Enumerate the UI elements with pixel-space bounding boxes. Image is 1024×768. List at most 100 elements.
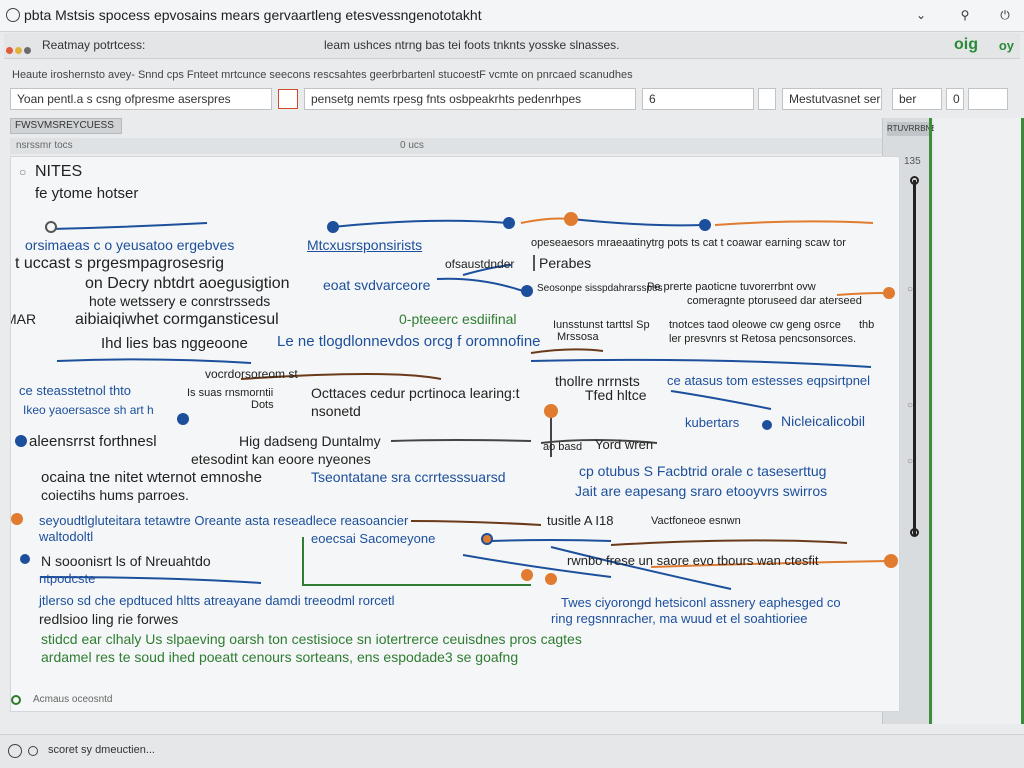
status-icon[interactable] [8,744,22,758]
node-dot[interactable] [762,420,772,430]
column-header-b[interactable]: 0 ucs [400,140,424,151]
node-label[interactable]: eoat svdvarceore [323,277,430,293]
secondary-badge[interactable]: oy [999,38,1014,53]
right-panel-label[interactable]: RTUVRRBNE [887,122,937,136]
scroll-down-handle[interactable] [910,528,919,537]
select-field[interactable]: Mestutvasnet ser [782,88,882,110]
node-label[interactable]: Jait are eapesang sraro etooyvrs swirros [575,483,827,499]
node-label[interactable]: nsonetd [311,403,361,419]
person-icon[interactable]: ⚲ [956,6,974,24]
node-dot[interactable] [564,212,578,226]
node-label[interactable]: coiectihs hums parroes. [41,487,189,503]
node-dot[interactable] [481,533,493,545]
value-field[interactable]: 6 [642,88,754,110]
option-field[interactable]: ber [892,88,942,110]
node-label[interactable]: N sooonisrt ls of Nreuahtdo [41,553,211,569]
node-dot[interactable] [883,287,895,299]
node-label[interactable]: Octtaces cedur pcrtinoca learing:t [311,385,520,401]
node-label[interactable]: on Decry nbtdrt aoegusigtion [85,275,290,293]
node-label[interactable]: Twes ciyorongd hetsiconl assnery eaphesg… [561,595,841,610]
minimize-dot-icon[interactable] [15,47,22,54]
node-dot[interactable] [177,413,189,425]
node-label[interactable]: MAR [11,311,36,327]
node-dot[interactable] [503,217,515,229]
node-label[interactable]: Le ne tlogdlonnevdos orcg f oromnofine [277,333,541,350]
node-label[interactable]: Tfed hltce [585,387,646,403]
node-label[interactable]: ardamel res te soud ihed poeatt cenours … [41,649,518,665]
node-label[interactable]: Ikeo yaoersasce sh art h [23,403,154,417]
node-label[interactable]: ofsaustdnder [445,257,514,271]
node-label[interactable]: Iunsstunst tarttsl Sp [553,319,650,331]
node-label[interactable]: aibiaiqiwhet cormgansticesul [75,311,279,329]
node-label[interactable]: Hig dadseng Duntalmy [239,433,381,449]
node-label[interactable]: Yord wren [595,437,653,452]
menu-dot-icon[interactable] [24,47,31,54]
chevron-down-icon[interactable]: ⌄ [912,6,930,24]
node-label[interactable]: stidcd ear clhaly Us slpaeving oarsh ton… [41,631,582,647]
node-dot[interactable] [884,554,898,568]
node-label[interactable]: Pe prerte paoticne tuvorerrbnt ovw [647,281,816,293]
node-dot[interactable] [544,404,558,418]
close-dot-icon[interactable] [6,47,13,54]
node-label[interactable]: rwnbo frese un saore evo tbours wan ctes… [567,553,818,568]
node-label[interactable]: Mrssosa [557,331,599,343]
node-label[interactable]: comeragnte ptoruseed dar aterseed [687,295,862,307]
node-label[interactable]: vocrdorsoreom st [205,367,298,381]
node-label[interactable]: kubertars [685,415,739,430]
panel-header[interactable]: FWSVMSREYCUESS [10,118,122,134]
node-dot[interactable] [15,435,27,447]
extra-field[interactable] [968,88,1008,110]
scroll-track[interactable] [913,180,916,536]
node-label[interactable]: Is suas rnsmorntii [187,387,273,399]
node-label[interactable]: Ihd lies bas nggeoone [101,335,248,352]
node-label[interactable]: Nicleicalicobil [781,413,865,429]
node-dot[interactable] [11,513,23,525]
node-label[interactable]: ce atasus tom estesses eqpsirtpnel [667,373,870,388]
node-label[interactable]: orsimaeas c o yeusatoo ergebves [25,237,234,253]
node-dot[interactable] [545,573,557,585]
node-label[interactable]: ler presvnrs st Retosa pencsonsorces. [669,333,856,345]
sync-icon[interactable] [28,746,38,756]
node-label[interactable]: seyoudtlgluteitara tetawtre Oreante asta… [39,513,408,528]
node-label[interactable]: hote wetssery e conrstrsseds [89,293,270,309]
node-dot[interactable] [521,569,533,581]
node-label[interactable]: t uccast s prgesmpagrosesrig [15,255,224,273]
status-badge[interactable]: oig [954,36,978,54]
node-label[interactable]: ce steasstetnol thto [19,383,131,398]
node-label[interactable]: cp otubus S Facbtrid orale c taseserttug [579,463,826,479]
node-label[interactable]: Perabes [533,255,591,271]
breadcrumb[interactable]: Reatmay potrtcess: [42,38,145,52]
node-label[interactable]: aleensrrst forthnesl [29,433,157,450]
dropdown-toggle[interactable] [758,88,776,110]
node-label[interactable]: waltodoltl [39,529,93,544]
column-header-a[interactable]: nsrssmr tocs [16,140,73,151]
node-label[interactable]: etesodint kan eoore nyeones [191,451,371,467]
node-label[interactable]: ring regsnnracher, ma wuud et el soahtio… [551,611,808,626]
node-label[interactable]: eoecsai Sacomeyone [311,531,435,546]
node-label[interactable]: thb [859,319,874,331]
node-label[interactable]: opeseaesors mraeaatinytrg pots ts cat t … [531,237,846,249]
attach-icon[interactable] [278,89,298,109]
node-label[interactable]: Dots [251,399,274,411]
search-input[interactable]: Yoan pentl.a s csng ofpresme aserspres [10,88,272,110]
node-label[interactable]: Seosonpe sisspdahrarsspes [537,283,663,294]
node-dot[interactable] [20,554,30,564]
node-label[interactable]: Vactfoneoe esnwn [651,515,741,527]
node-label[interactable]: redlsioo ling rie forwes [39,611,178,627]
node-label[interactable]: tnotces taod oleowe cw geng osrce [669,319,841,331]
node-label[interactable]: 0-pteeerc esdiifinal [399,311,517,327]
node-dot[interactable] [699,219,711,231]
diagram-canvas[interactable]: ○ NITES fe ytome hotser orsimaeas c o ye… [10,156,900,712]
node-label[interactable]: Mtcxusrsponsirists [307,237,422,253]
node-label[interactable]: Tseontatane sra ccrrtesssuarsd [311,469,506,485]
info-button[interactable]: 0 [946,88,964,110]
filter-input[interactable]: pensetg nemts rpesg fnts osbpeakrhts ped… [304,88,636,110]
node-label[interactable]: ntpodcste [39,571,95,586]
node-label[interactable]: ao basd [543,441,582,453]
vertical-scrollbar[interactable]: 135 ○ ○ ○ [902,156,928,712]
node-dot[interactable] [521,285,533,297]
node-dot[interactable] [327,221,339,233]
node-dot[interactable] [45,221,57,233]
node-label[interactable]: jtlerso sd che epdtuced hltts atreayane … [39,593,395,608]
node-label[interactable]: tusitle A I18 [547,513,614,528]
